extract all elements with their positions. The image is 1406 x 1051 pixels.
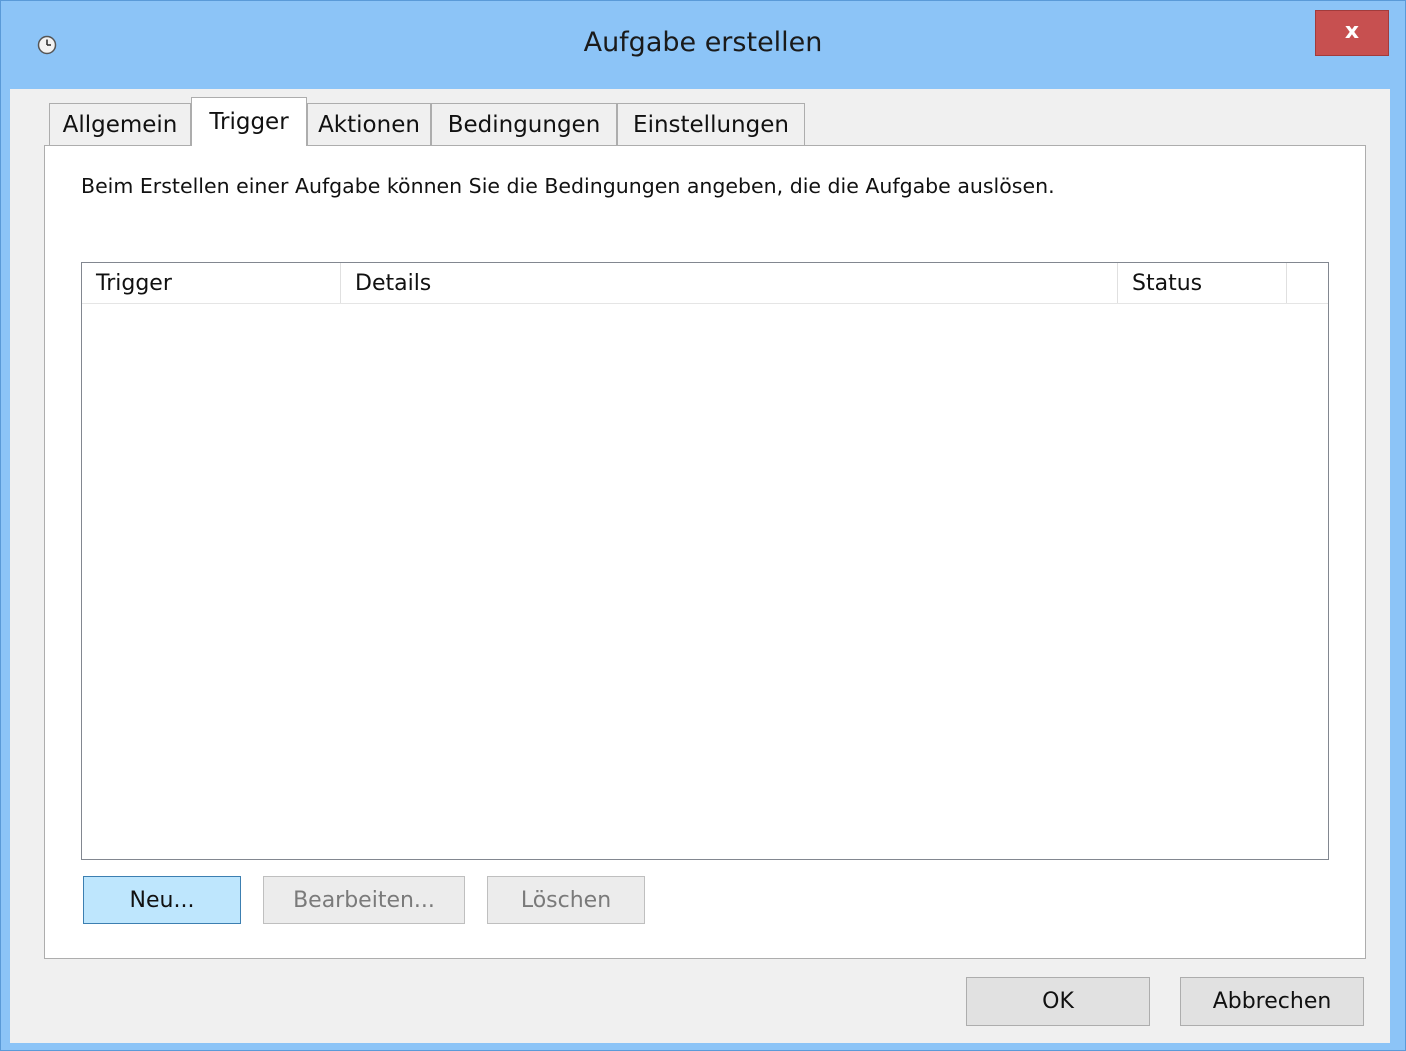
tab-allgemein[interactable]: Allgemein: [49, 103, 191, 145]
trigger-tab-panel: Beim Erstellen einer Aufgabe können Sie …: [44, 145, 1366, 959]
column-header-trigger[interactable]: Trigger: [82, 263, 341, 303]
column-header-details[interactable]: Details: [341, 263, 1118, 303]
tab-label: Allgemein: [62, 111, 178, 138]
window-title: Aufgabe erstellen: [583, 27, 823, 58]
trigger-list-header: Trigger Details Status: [82, 263, 1328, 304]
trigger-list[interactable]: Trigger Details Status: [81, 262, 1329, 860]
tab-label: Bedingungen: [447, 111, 601, 138]
new-trigger-button[interactable]: Neu...: [83, 876, 241, 924]
tab-bedingungen[interactable]: Bedingungen: [431, 103, 617, 145]
title-bar[interactable]: Aufgabe erstellen x: [1, 1, 1405, 89]
delete-trigger-button[interactable]: Löschen: [487, 876, 645, 924]
close-icon: x: [1344, 19, 1360, 44]
column-header-status[interactable]: Status: [1118, 263, 1287, 303]
cancel-button[interactable]: Abbrechen: [1180, 977, 1364, 1026]
tab-trigger[interactable]: Trigger: [191, 97, 307, 146]
dialog-client-area: Allgemein Trigger Aktionen Bedingungen E…: [10, 89, 1390, 1043]
trigger-description: Beim Erstellen einer Aufgabe können Sie …: [81, 174, 1055, 198]
tab-label: Trigger: [209, 109, 289, 135]
edit-trigger-button[interactable]: Bearbeiten...: [263, 876, 465, 924]
ok-button[interactable]: OK: [966, 977, 1150, 1026]
tab-label: Einstellungen: [633, 111, 789, 138]
tab-label: Aktionen: [318, 111, 420, 138]
task-dialog-window: Aufgabe erstellen x Allgemein Trigger Ak…: [0, 0, 1406, 1051]
close-button[interactable]: x: [1315, 10, 1389, 56]
tab-aktionen[interactable]: Aktionen: [307, 103, 431, 145]
tab-einstellungen[interactable]: Einstellungen: [617, 103, 805, 145]
